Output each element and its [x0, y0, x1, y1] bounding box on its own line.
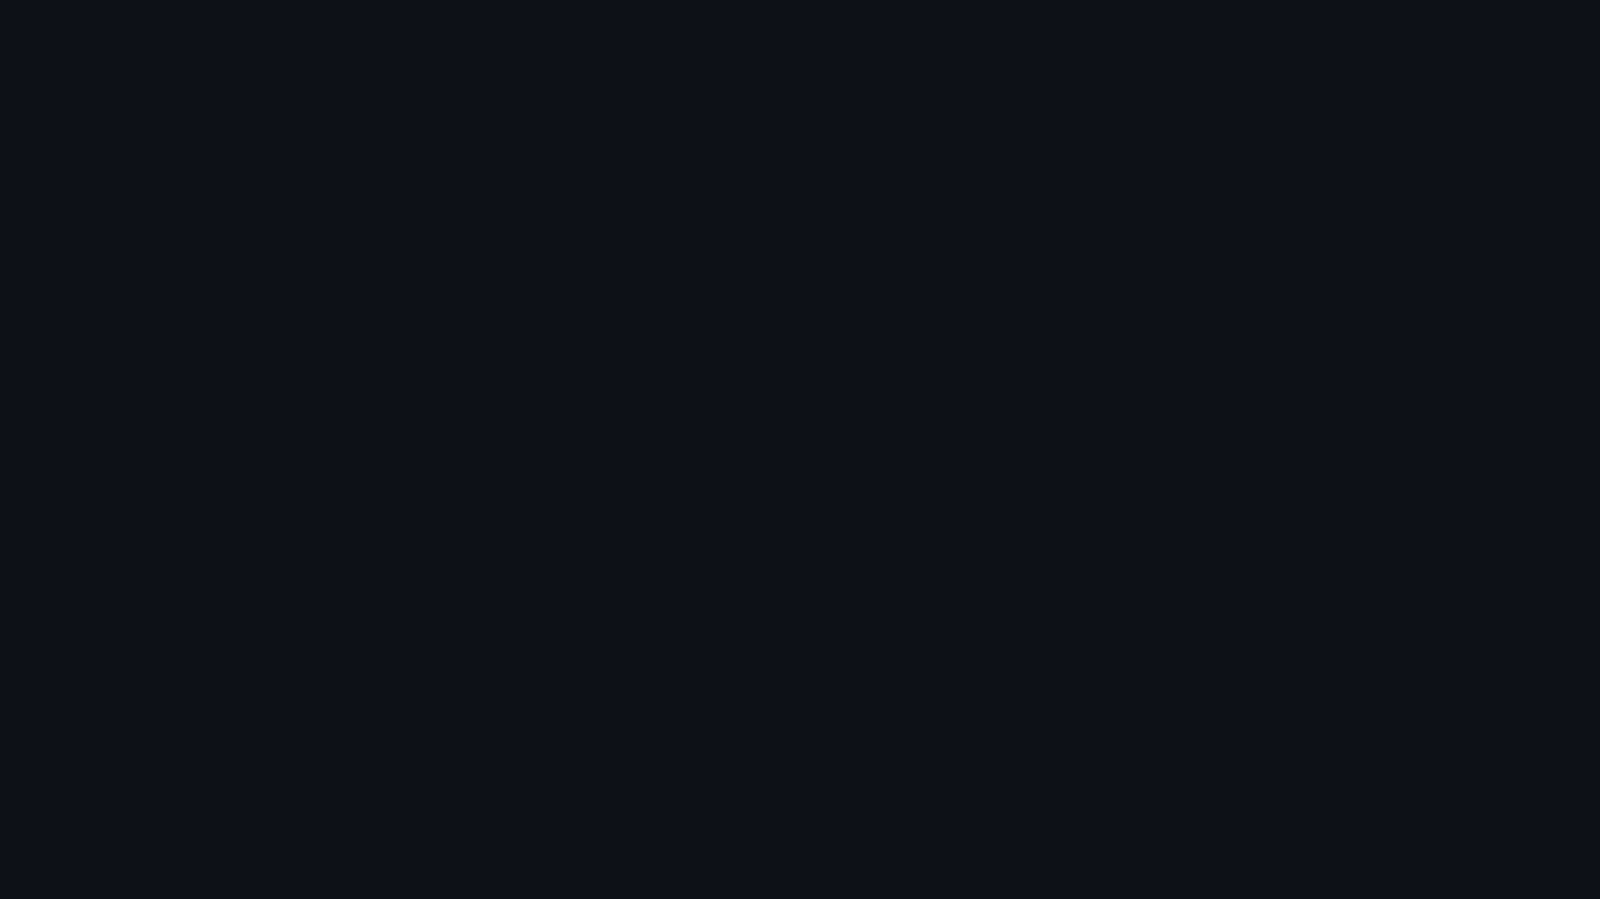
video-frame-grid [0, 0, 1600, 899]
autocad-window-grid [0, 0, 1600, 899]
